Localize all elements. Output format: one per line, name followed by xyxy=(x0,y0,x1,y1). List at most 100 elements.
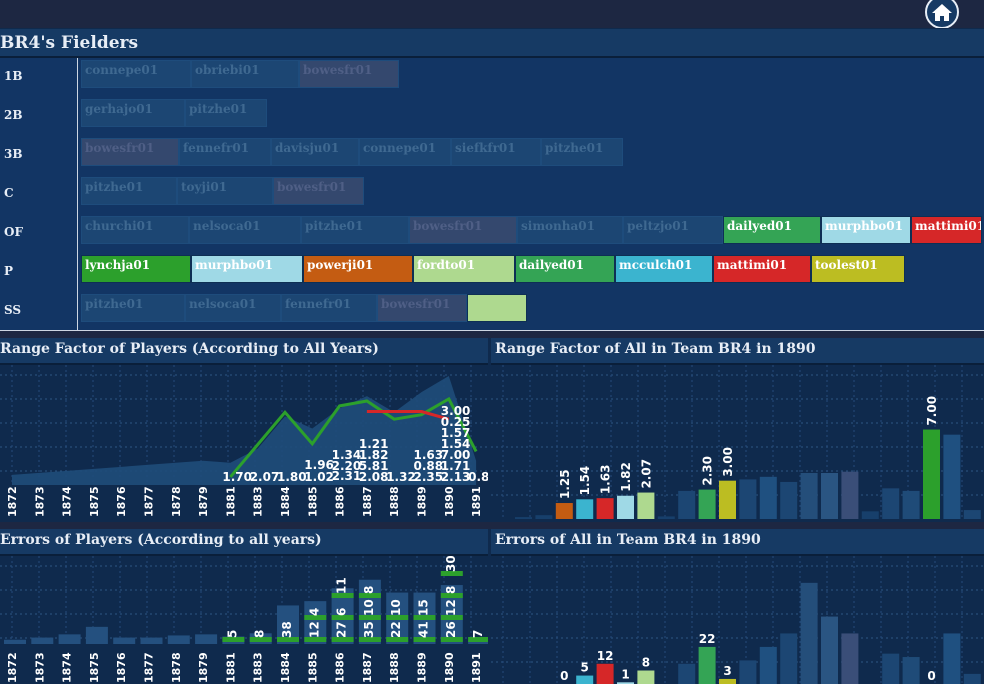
x-tick-label: 1884 xyxy=(279,486,292,517)
x-tick-label: 1877 xyxy=(143,652,156,683)
player-chip[interactable]: gerhajo01 xyxy=(81,99,185,127)
data-label: 1.21 xyxy=(359,437,389,451)
bar xyxy=(596,663,614,684)
player-chip[interactable]: pitzhe01 xyxy=(81,294,185,322)
x-tick-label: 1885 xyxy=(306,486,319,517)
player-chip[interactable]: obriebi01 xyxy=(191,60,299,88)
data-label: 4 xyxy=(307,608,321,616)
x-tick-label: 1885 xyxy=(306,652,319,683)
player-chip[interactable]: bowesfr01 xyxy=(377,294,467,322)
position-label: OF xyxy=(4,225,23,239)
player-chip[interactable]: nelsoca01 xyxy=(189,216,301,244)
data-label: 26 xyxy=(444,621,458,638)
x-tick-label: 1872 xyxy=(6,486,19,517)
bar xyxy=(657,516,675,519)
err-years-chart[interactable]: 5 8 38 12 4 27 6 11 35 10 8 22 10 41 15 26 12 8 30 7 1872 187… xyxy=(0,556,488,684)
x-tick-label: 1887 xyxy=(361,486,374,517)
rf-team-panel: Range Factor of All in Team BR4 in 1890 … xyxy=(491,338,984,522)
data-label: 2.30 xyxy=(701,456,715,486)
home-icon[interactable] xyxy=(924,0,960,29)
data-label: 1.80 xyxy=(277,470,307,484)
player-chip[interactable]: connepe01 xyxy=(359,138,451,166)
player-chip[interactable]: fordto01 xyxy=(413,255,515,283)
bar xyxy=(739,479,757,519)
player-chip[interactable]: lynchja01 xyxy=(81,255,191,283)
x-tick-label: 1872 xyxy=(6,652,19,683)
rf-team-chart[interactable]: 1.25 1.54 1.63 1.82 2.07 2.30 3.00 7.00 xyxy=(491,365,984,522)
err-years-panel: Errors of Players (According to all year… xyxy=(0,529,488,684)
x-tick-label: 1873 xyxy=(33,652,46,683)
x-tick-label: 1878 xyxy=(170,486,183,517)
x-tick-label: 1875 xyxy=(88,652,101,683)
player-chip[interactable]: davisju01 xyxy=(271,138,359,166)
position-label: 3B xyxy=(4,147,23,161)
x-tick-label: 1874 xyxy=(61,652,74,683)
data-label: 6 xyxy=(335,608,349,616)
bar xyxy=(923,429,940,519)
player-chip[interactable]: pitzhe01 xyxy=(541,138,623,166)
player-chip[interactable]: simonha01 xyxy=(517,216,623,244)
bar xyxy=(31,637,54,644)
data-label: 8 xyxy=(642,656,650,670)
bar xyxy=(841,471,859,519)
data-label: 0 xyxy=(560,669,568,683)
bar xyxy=(943,633,961,684)
player-chip[interactable]: murphbo01 xyxy=(191,255,303,283)
position-label: SS xyxy=(4,303,22,317)
player-chip[interactable]: mattimi01 xyxy=(911,216,982,244)
page-title: BR4's Fielders xyxy=(0,33,139,53)
player-chip[interactable]: bowesfr01 xyxy=(273,177,364,205)
data-label: 15 xyxy=(417,599,431,616)
position-label: 1B xyxy=(4,69,23,83)
bar xyxy=(596,498,614,519)
x-tick-label: 1883 xyxy=(252,486,265,517)
x-tick-label: 1889 xyxy=(416,486,429,517)
player-chip[interactable]: bowesfr01 xyxy=(409,216,517,244)
bar xyxy=(780,633,798,684)
player-chip[interactable]: pitzhe01 xyxy=(185,99,267,127)
rf-years-chart[interactable]: 1.702.071.801.021.962.312.201.342.085.81… xyxy=(0,365,488,522)
bar xyxy=(800,473,818,519)
data-label: 8 xyxy=(362,586,376,594)
player-chip[interactable]: toolest01 xyxy=(811,255,905,283)
bar xyxy=(719,480,736,519)
player-chip[interactable]: pitzhe01 xyxy=(81,177,177,205)
player-chip[interactable]: fennefr01 xyxy=(179,138,271,166)
player-chip[interactable]: peltzjo01 xyxy=(623,216,723,244)
bar xyxy=(678,663,696,684)
player-chip[interactable]: murphbo01 xyxy=(821,216,911,244)
data-label: 8 xyxy=(253,630,267,638)
rf-years-panel: Range Factor of Players (According to Al… xyxy=(0,338,488,522)
data-label: 12 xyxy=(307,621,321,638)
bar xyxy=(963,510,981,519)
data-label: 3 xyxy=(723,664,731,678)
player-chip[interactable]: mcculch01 xyxy=(615,255,713,283)
player-chip[interactable]: siefkfr01 xyxy=(451,138,541,166)
player-chip[interactable] xyxy=(467,294,527,322)
x-tick-label: 1874 xyxy=(61,486,74,517)
player-chip[interactable]: churchi01 xyxy=(81,216,189,244)
player-chip[interactable]: pitzhe01 xyxy=(301,216,409,244)
player-chip[interactable]: mattimi01 xyxy=(713,255,811,283)
x-tick-label: 1877 xyxy=(143,486,156,517)
section-separator xyxy=(0,331,984,338)
x-tick-label: 1887 xyxy=(361,652,374,683)
err-team-chart[interactable]: 051218223 0 xyxy=(491,556,984,684)
data-label: 1 xyxy=(621,667,629,681)
player-chip[interactable]: powerji01 xyxy=(303,255,413,283)
player-chip[interactable]: dailyed01 xyxy=(723,216,821,244)
data-label: 1.54 xyxy=(578,466,592,496)
x-tick-label: 1888 xyxy=(388,486,401,517)
player-chip[interactable]: connepe01 xyxy=(81,60,191,88)
data-label: 5 xyxy=(581,661,589,675)
player-chip[interactable]: toyji01 xyxy=(177,177,273,205)
x-tick-label: 1873 xyxy=(33,486,46,517)
page-title-bar: BR4's Fielders xyxy=(0,29,984,58)
player-chip[interactable]: bowesfr01 xyxy=(81,138,179,166)
data-label: 0 xyxy=(927,669,935,683)
player-chip[interactable]: fennefr01 xyxy=(281,294,377,322)
player-chip[interactable]: nelsoca01 xyxy=(185,294,281,322)
player-chip[interactable]: dailyed01 xyxy=(515,255,615,283)
player-chip[interactable]: bowesfr01 xyxy=(299,60,399,88)
data-label: 27 xyxy=(335,621,349,638)
